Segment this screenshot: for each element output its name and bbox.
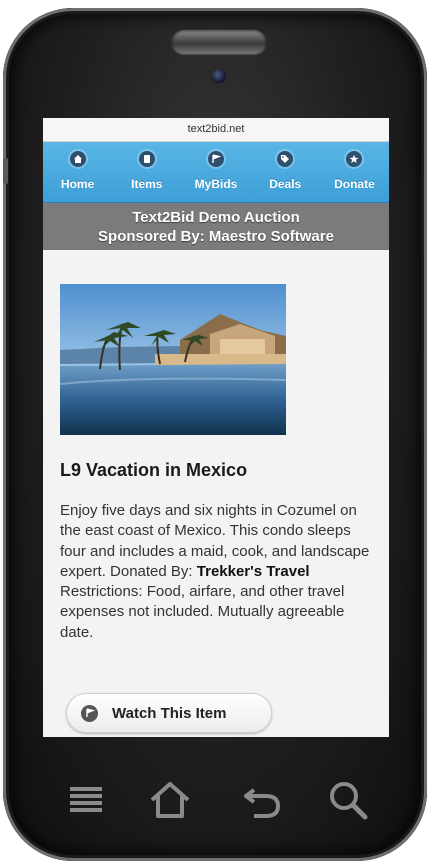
nav-bar: Home Items MyBids Deals Donate [43,142,389,203]
tag-icon [277,151,294,167]
donor-name: Trekker's Travel [196,562,310,580]
nav-mybids[interactable]: MyBids [181,142,250,202]
auction-banner: Text2Bid Demo Auction Sponsored By: Maes… [43,203,389,250]
nav-label: Deals [269,177,302,191]
item-title: L9 Vacation in Mexico [60,460,248,480]
nav-label: Donate [334,177,375,191]
item-restrictions: Restrictions: Food, airfare, and other t… [60,583,345,641]
home-icon [69,151,86,167]
item-photo[interactable] [60,284,286,435]
nav-items[interactable]: Items [112,142,181,202]
items-icon [138,151,155,167]
nav-home[interactable]: Home [43,142,112,202]
home-icon[interactable] [148,778,192,827]
front-camera [212,69,226,83]
flag-icon [208,151,224,167]
back-icon[interactable] [240,778,284,827]
watch-item-label: Watch This Item [112,704,227,722]
earpiece-speaker [171,28,267,54]
watch-item-button[interactable]: Watch This Item [66,693,272,733]
item-description: Enjoy five days and six nights in Cozume… [60,501,372,643]
phone-screen: text2bid.net Home Items MyBids Deals Don… [43,118,389,737]
donated-label: Donated By: [110,562,193,580]
banner-title: Text2Bid Demo Auction [132,209,300,226]
search-icon[interactable] [326,778,370,827]
url-bar[interactable]: text2bid.net [43,118,389,142]
nav-donate[interactable]: Donate [320,142,389,202]
star-icon [346,151,363,167]
nav-label: Items [131,177,163,191]
nav-label: Home [60,177,95,191]
menu-icon[interactable] [66,778,106,823]
banner-sponsor: Sponsored By: Maestro Software [98,228,334,245]
flag-icon [81,704,98,722]
side-button[interactable] [3,158,8,184]
nav-deals[interactable]: Deals [251,142,320,202]
hardware-keys [0,760,432,840]
nav-label: MyBids [194,177,238,191]
